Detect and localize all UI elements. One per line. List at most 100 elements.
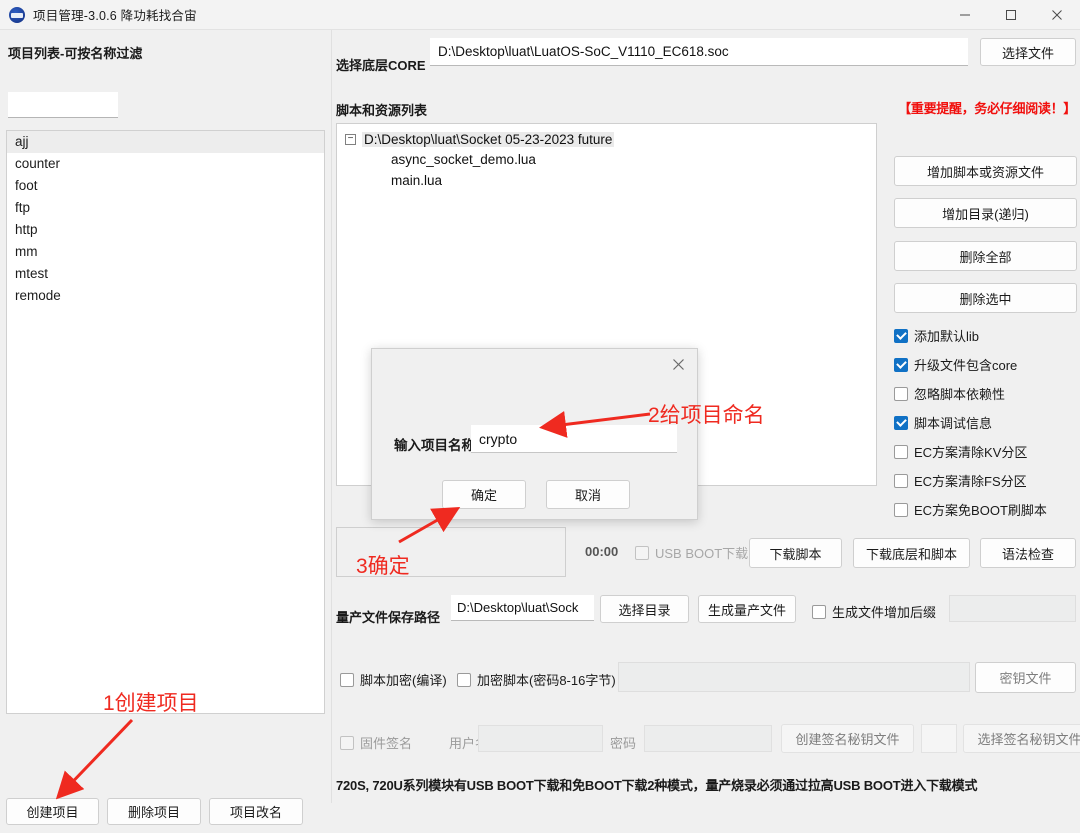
new-project-dialog: 输入项目名称 确定 取消 — [371, 348, 698, 520]
checkbox-label: EC方案免BOOT刷脚本 — [914, 503, 1047, 518]
checkbox-label: 脚本调试信息 — [914, 416, 993, 431]
list-item[interactable]: remode — [7, 285, 324, 307]
checkbox-label: EC方案清除KV分区 — [914, 445, 1028, 460]
project-list-label: 项目列表-可按名称过滤 — [8, 46, 143, 61]
rename-project-button[interactable]: 项目改名 — [209, 798, 303, 825]
delete-selected-button[interactable]: 删除选中 — [894, 283, 1077, 313]
checkbox-box[interactable] — [635, 545, 649, 560]
checkbox-box[interactable] — [894, 386, 908, 401]
checkbox-box[interactable] — [894, 357, 908, 372]
signature-password-input[interactable] — [644, 725, 772, 752]
checkbox-ec-clear-fs-partition[interactable]: EC方案清除FS分区 — [894, 471, 1027, 490]
tree-item[interactable]: async_socket_demo.lua — [337, 149, 876, 170]
tree-root-label: D:\Desktop\luat\Socket 05-23-2023 future — [362, 131, 615, 147]
download-core-and-script-button[interactable]: 下载底层和脚本 — [853, 538, 970, 568]
checkbox-ec-bootless-flash-script[interactable]: EC方案免BOOT刷脚本 — [894, 500, 1047, 519]
checkbox-script-debug-info[interactable]: 脚本调试信息 — [894, 413, 992, 432]
project-filter-input[interactable] — [8, 92, 118, 118]
list-item[interactable]: ajj — [7, 131, 324, 153]
list-item[interactable]: foot — [7, 175, 324, 197]
list-item[interactable]: ftp — [7, 197, 324, 219]
checkbox-label: 添加默认lib — [914, 329, 980, 344]
project-list[interactable]: ajj counter foot ftp http mm mtest remode — [6, 130, 325, 714]
tree-children: async_socket_demo.lua main.lua — [337, 149, 876, 191]
close-icon[interactable] — [1034, 0, 1080, 30]
list-item[interactable]: counter — [7, 153, 324, 175]
generate-mass-production-button[interactable]: 生成量产文件 — [698, 595, 796, 623]
checkbox-label: EC方案清除FS分区 — [914, 474, 1027, 489]
checkbox-upgrade-includes-core[interactable]: 升级文件包含core — [894, 355, 1017, 374]
core-path-input[interactable] — [430, 38, 968, 66]
mass-production-path-input[interactable] — [451, 595, 594, 621]
checkbox-box[interactable] — [894, 473, 908, 488]
annotation-name-project: 2给项目命名 — [648, 404, 765, 427]
checkbox-label: 忽略脚本依赖性 — [914, 387, 1006, 402]
mass-production-path-label: 量产文件保存路径 — [336, 610, 441, 625]
tree-collapse-icon[interactable]: − — [345, 133, 356, 145]
signature-username-input[interactable] — [478, 725, 603, 752]
tree-root-row[interactable]: − D:\Desktop\luat\Socket 05-23-2023 futu… — [337, 129, 876, 149]
syntax-check-button[interactable]: 语法检查 — [980, 538, 1076, 568]
checkbox-firmware-signature[interactable]: 固件签名 — [340, 733, 412, 752]
select-signature-key-button[interactable]: 选择签名秘钥文件 — [963, 724, 1080, 753]
list-item[interactable]: http — [7, 219, 324, 241]
title-bar: 项目管理-3.0.6 降功耗找合宙 — [0, 0, 1080, 30]
project-name-input[interactable] — [471, 425, 677, 453]
choose-file-button[interactable]: 选择文件 — [980, 38, 1076, 66]
signature-key-indicator — [921, 724, 957, 753]
checkbox-encrypt-script-password[interactable]: 加密脚本(密码8-16字节) — [457, 670, 616, 689]
checkbox-add-file-suffix[interactable]: 生成文件增加后缀 — [812, 602, 936, 621]
delete-project-button[interactable]: 删除项目 — [107, 798, 201, 825]
checkbox-usb-boot-download[interactable]: USB BOOT下载 — [635, 543, 748, 562]
checkbox-label: USB BOOT下载 — [655, 546, 749, 561]
download-timer: 00:00 — [585, 544, 619, 559]
close-icon[interactable] — [661, 351, 695, 377]
window-controls — [942, 0, 1080, 30]
window-title: 项目管理-3.0.6 降功耗找合宙 — [33, 9, 197, 23]
create-signature-key-button[interactable]: 创建签名秘钥文件 — [781, 724, 914, 753]
checkbox-script-encrypt-compile[interactable]: 脚本加密(编译) — [340, 670, 447, 689]
dialog-ok-button[interactable]: 确定 — [442, 480, 526, 509]
minimize-icon[interactable] — [942, 0, 988, 30]
checkbox-box[interactable] — [894, 444, 908, 459]
checkbox-box[interactable] — [894, 415, 908, 430]
core-label: 选择底层CORE — [336, 58, 426, 73]
list-item[interactable]: mm — [7, 241, 324, 263]
checkbox-label: 脚本加密(编译) — [360, 673, 447, 688]
download-script-button[interactable]: 下载脚本 — [749, 538, 842, 568]
app-logo-icon — [9, 6, 25, 23]
key-file-button[interactable]: 密钥文件 — [975, 662, 1076, 693]
checkbox-box[interactable] — [894, 328, 908, 343]
list-item[interactable]: mtest — [7, 263, 324, 285]
maximize-icon[interactable] — [988, 0, 1034, 30]
checkbox-box[interactable] — [340, 672, 354, 687]
checkbox-box[interactable] — [340, 735, 354, 750]
checkbox-box[interactable] — [457, 672, 471, 687]
project-name-label: 输入项目名称 — [394, 438, 475, 453]
footer-note: 720S, 720U系列模块有USB BOOT下载和免BOOT下载2种模式，量产… — [336, 778, 978, 793]
checkbox-label: 升级文件包含core — [914, 358, 1018, 373]
delete-all-button[interactable]: 删除全部 — [894, 241, 1077, 271]
create-project-button[interactable]: 创建项目 — [6, 798, 99, 825]
add-script-or-resource-button[interactable]: 增加脚本或资源文件 — [894, 156, 1077, 186]
checkbox-label: 加密脚本(密码8-16字节) — [477, 673, 616, 688]
encryption-password-input[interactable] — [618, 662, 970, 692]
checkbox-ec-clear-kv-partition[interactable]: EC方案清除KV分区 — [894, 442, 1027, 461]
add-directory-button[interactable]: 增加目录(递归) — [894, 198, 1077, 228]
annotation-confirm: 3确定 — [356, 555, 410, 578]
choose-directory-button[interactable]: 选择目录 — [600, 595, 689, 623]
project-action-bar: 创建项目 删除项目 项目改名 — [0, 790, 331, 833]
dialog-cancel-button[interactable]: 取消 — [546, 480, 630, 509]
important-warning-text: 【重要提醒，务必仔细阅读！】 — [898, 101, 1076, 116]
checkbox-ignore-script-dependency[interactable]: 忽略脚本依赖性 — [894, 384, 1005, 403]
annotation-create-project: 1创建项目 — [103, 692, 199, 715]
checkbox-label: 生成文件增加后缀 — [832, 605, 937, 620]
signature-password-label: 密码 — [610, 736, 637, 751]
checkbox-box[interactable] — [812, 604, 826, 619]
file-suffix-input[interactable] — [949, 595, 1076, 622]
checkbox-box[interactable] — [894, 502, 908, 517]
checkbox-add-default-lib[interactable]: 添加默认lib — [894, 326, 979, 345]
script-list-label: 脚本和资源列表 — [336, 103, 428, 118]
tree-item[interactable]: main.lua — [337, 170, 876, 191]
checkbox-label: 固件签名 — [360, 736, 413, 751]
